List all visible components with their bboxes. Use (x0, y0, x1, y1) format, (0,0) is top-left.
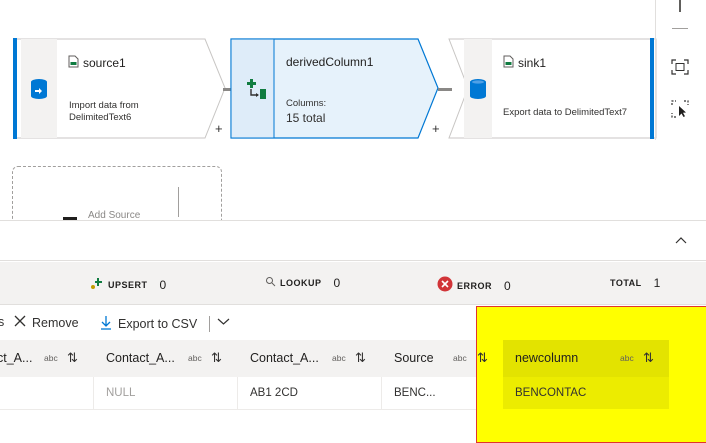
sort-icon[interactable]: ⇅ (355, 350, 366, 366)
dataset-icon (21, 39, 57, 138)
zoom-out-icon[interactable] (665, 14, 695, 44)
table-cell: BENC... (394, 387, 436, 399)
divider (209, 316, 210, 332)
divider (237, 377, 238, 410)
total-label: TOTAL (610, 278, 642, 288)
source1-node[interactable]: source1 Import data from DelimitedText6 (13, 38, 226, 139)
node-desc: Import data from (69, 100, 139, 111)
lookup-label: LOOKUP (280, 278, 322, 288)
divider (93, 377, 94, 410)
close-icon (14, 315, 26, 330)
export-label: Export to CSV (118, 317, 198, 331)
divider (381, 377, 382, 410)
chevron-down-icon[interactable] (217, 317, 230, 326)
chevron-up-icon[interactable] (673, 233, 689, 249)
add-source-label: Add Source (88, 210, 141, 220)
partial-toolbar-item[interactable]: s (0, 315, 4, 329)
upsert-stat: UPSERT 0 (90, 276, 166, 293)
fit-to-screen-icon[interactable] (665, 52, 695, 82)
grid-header: ct_A... abc ⇅ Contact_A... abc ⇅ Contact… (0, 340, 706, 377)
column-header[interactable]: Contact_A... (250, 351, 319, 365)
type-badge: abc (188, 353, 202, 363)
lookup-value: 0 (333, 276, 341, 290)
export-csv-button[interactable]: Export to CSV (100, 315, 197, 333)
table-row: NULL AB1 2CD BENC... BENCONTAC (0, 377, 706, 410)
node-desc: Columns: (286, 98, 327, 109)
sort-icon[interactable]: ⇅ (643, 350, 654, 366)
add-transform-button[interactable]: + (432, 121, 440, 136)
total-stat: TOTAL 1 (610, 276, 660, 290)
table-cell: NULL (106, 387, 136, 399)
sort-icon[interactable]: ⇅ (477, 350, 488, 366)
error-icon (437, 276, 453, 295)
error-stat: ERROR 0 (437, 276, 511, 295)
node-title: derivedColumn1 (286, 55, 374, 69)
sink1-node[interactable]: sink1 Export data to DelimitedText7 (448, 38, 658, 139)
node-desc: DelimitedText6 (69, 112, 132, 123)
divider (178, 187, 179, 217)
node-desc: 15 total (286, 111, 326, 125)
node-title: sink1 (518, 56, 547, 70)
file-icon (503, 55, 514, 71)
error-label: ERROR (457, 280, 493, 291)
remove-button[interactable]: Remove (14, 315, 79, 330)
derivedcolumn1-node[interactable]: derivedColumn1 Columns: 15 total (230, 38, 440, 139)
column-header[interactable]: Source (394, 351, 434, 365)
partial-label: s (0, 315, 5, 329)
lookup-stat: LOOKUP 0 (265, 276, 340, 290)
add-transform-button[interactable]: + (215, 121, 223, 136)
table-cell: BENCONTAC (515, 387, 587, 399)
download-icon (100, 315, 112, 333)
node-desc: Export data to DelimitedText7 (503, 107, 628, 118)
add-source-placeholder[interactable]: Add Source (12, 166, 222, 220)
column-header[interactable]: Contact_A... (106, 351, 175, 365)
error-value: 0 (504, 278, 511, 293)
column-header[interactable]: ct_A... (0, 351, 32, 365)
upsert-icon (90, 276, 104, 293)
type-badge: abc (620, 353, 634, 363)
data-flow-canvas[interactable]: source1 Import data from DelimitedText6 … (0, 0, 706, 220)
remove-label: Remove (32, 315, 79, 330)
row-stats-bar: UPSERT 0 LOOKUP 0 ERROR 0 TOTAL 1 (0, 262, 706, 305)
total-value: 1 (653, 276, 661, 290)
type-badge: abc (332, 353, 346, 363)
type-badge: abc (453, 353, 467, 363)
sort-icon[interactable]: ⇅ (67, 350, 78, 366)
dataset-icon (460, 39, 496, 138)
sort-icon[interactable]: ⇅ (211, 350, 222, 366)
type-badge: abc (44, 353, 58, 363)
search-icon (265, 276, 276, 290)
derived-column-icon (238, 39, 274, 138)
column-header[interactable]: newcolumn (515, 351, 578, 365)
file-icon (68, 55, 79, 71)
table-cell: AB1 2CD (250, 387, 298, 399)
select-icon[interactable] (665, 94, 695, 124)
upsert-value: 0 (159, 277, 167, 292)
panel-header (0, 221, 706, 261)
upsert-label: UPSERT (108, 279, 148, 290)
node-title: source1 (83, 56, 126, 70)
canvas-tools (655, 0, 706, 130)
